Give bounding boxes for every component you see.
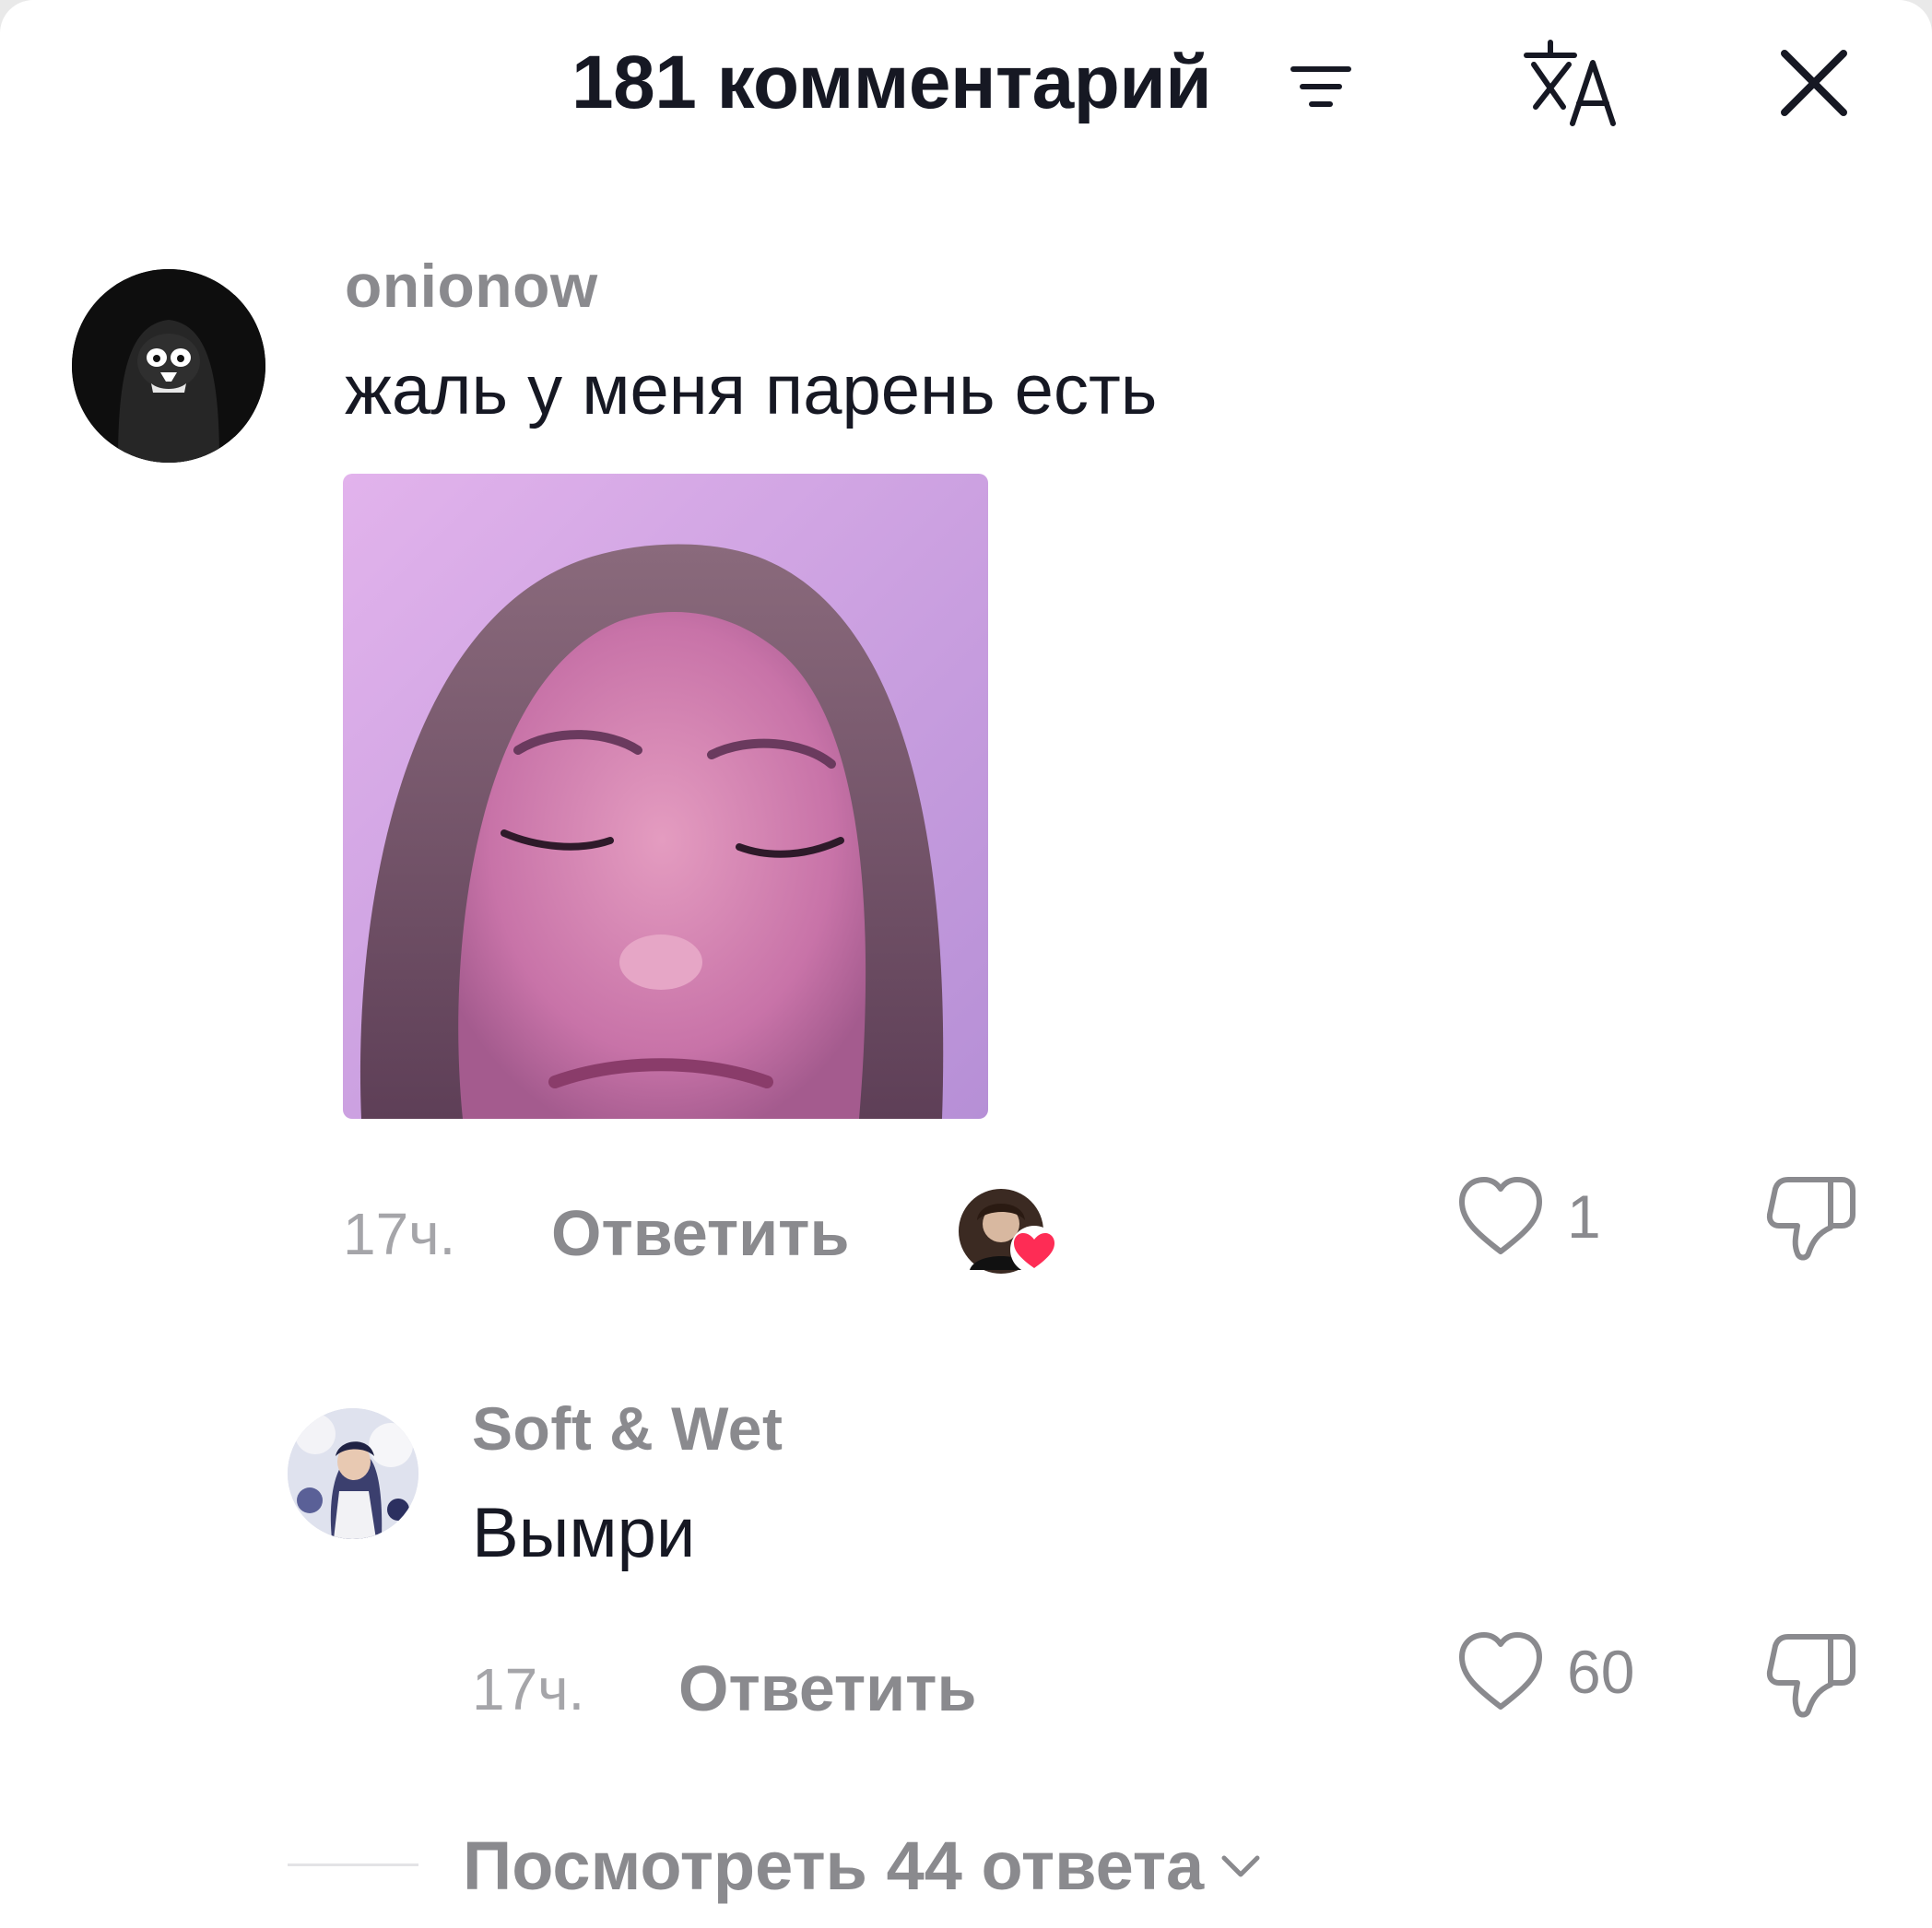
reply-button[interactable]: Ответить [678, 1652, 976, 1725]
comment-timestamp: 17ч. [343, 1201, 456, 1267]
dislike-icon[interactable] [1766, 1172, 1858, 1264]
comments-sheet: 181 комментарий onionow жаль у меня паре… [0, 0, 1932, 1928]
reply-timestamp: 17ч. [472, 1656, 585, 1722]
heart-icon[interactable] [1456, 1174, 1545, 1257]
reply-username[interactable]: Soft & Wet [472, 1393, 783, 1464]
like-count: 60 [1567, 1638, 1635, 1706]
close-icon[interactable] [1777, 46, 1851, 120]
comment-username[interactable]: onionow [345, 251, 598, 321]
view-replies-button[interactable]: Посмотреть 44 ответа [463, 1827, 1263, 1905]
reply-button[interactable]: Ответить [551, 1196, 849, 1270]
comment-image[interactable] [343, 474, 988, 1119]
comment-text: жаль у меня парень есть [345, 351, 1158, 429]
dislike-icon[interactable] [1766, 1629, 1858, 1722]
filter-icon[interactable] [1289, 61, 1355, 112]
reply-avatar[interactable] [288, 1408, 418, 1539]
commenter-avatar[interactable] [72, 269, 265, 463]
chevron-down-icon [1221, 1855, 1260, 1876]
replies-divider [288, 1863, 418, 1866]
like-count: 1 [1567, 1182, 1601, 1251]
comments-count-title: 181 комментарий [571, 41, 1212, 124]
view-replies-label: Посмотреть 44 ответа [463, 1828, 1205, 1904]
translate-icon[interactable] [1521, 37, 1622, 129]
creator-liked-badge [957, 1187, 1058, 1279]
reply-text: Вымри [472, 1494, 696, 1572]
heart-icon[interactable] [1456, 1629, 1545, 1712]
